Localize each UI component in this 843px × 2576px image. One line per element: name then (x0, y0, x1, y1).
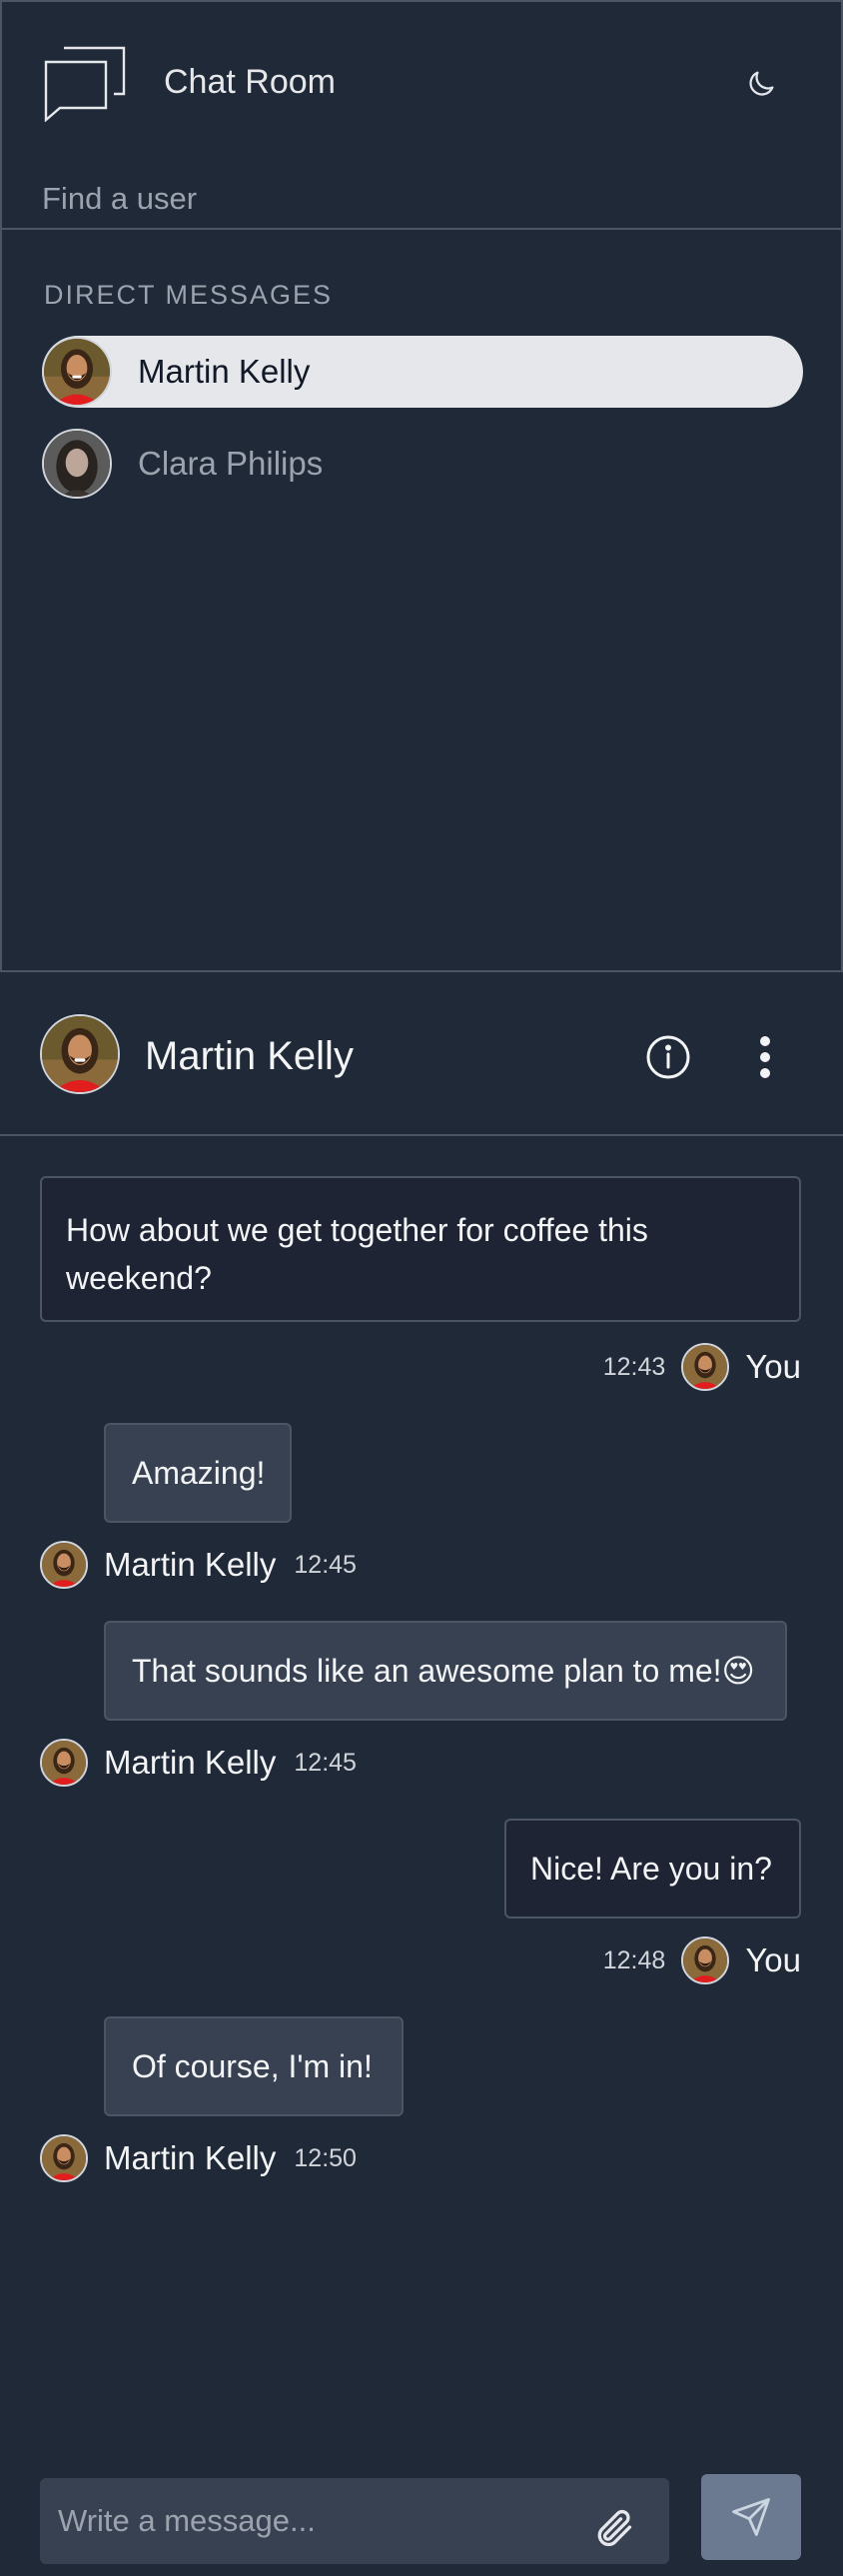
message-time: 12:45 (294, 1550, 357, 1579)
message-text: Nice! Are you in? (530, 1851, 772, 1887)
message-meta: Martin Kelly 12:50 (40, 2132, 357, 2184)
message-text: Of course, I'm in! (132, 2048, 373, 2084)
message-bubble: Of course, I'm in! (104, 2016, 404, 2116)
message-meta: 12:43 You (597, 1341, 801, 1393)
message-time: 12:43 (602, 1352, 666, 1381)
message-input[interactable] (58, 2496, 597, 2546)
avatar (681, 1343, 730, 1391)
message-time: 12:45 (294, 1748, 357, 1777)
avatar (42, 429, 112, 499)
sidebar: Chat Room DIRECT MESSAGES Martin Kelly (0, 0, 843, 972)
sidebar-header: Chat Room (2, 2, 841, 162)
message-text: That sounds like an awesome plan to me!😍 (132, 1653, 755, 1689)
message-text: How about we get together for coffee thi… (66, 1212, 648, 1296)
message-meta: 12:48 You (597, 1934, 801, 1986)
app-title: Chat Room (164, 63, 336, 101)
message-time: 12:50 (294, 2143, 357, 2172)
direct-messages-heading: DIRECT MESSAGES (44, 280, 334, 310)
moon-icon (749, 71, 774, 96)
avatar (40, 1739, 88, 1787)
avatar (681, 1936, 730, 1984)
avatar (42, 337, 112, 407)
message-time: 12:48 (602, 1945, 666, 1974)
theme-toggle-button[interactable] (741, 64, 781, 104)
message-author: You (745, 1348, 801, 1385)
message-bubble: That sounds like an awesome plan to me!😍 (104, 1621, 787, 1721)
user-search-input[interactable] (42, 176, 801, 222)
sidebar-item-martin-kelly[interactable]: Martin Kelly (42, 336, 803, 408)
message-author: You (745, 1941, 801, 1978)
chat-contact-name: Martin Kelly (145, 1034, 354, 1078)
avatar (40, 1014, 120, 1094)
send-icon (732, 2498, 770, 2536)
chat-bubbles-icon (44, 46, 126, 122)
sidebar-item-label: Martin Kelly (138, 353, 311, 390)
message-author: Martin Kelly (104, 1744, 277, 1781)
message-bubble: How about we get together for coffee thi… (40, 1176, 801, 1322)
sidebar-item-label: Clara Philips (138, 445, 324, 482)
send-button[interactable] (701, 2474, 801, 2560)
message-composer (40, 2478, 669, 2564)
message-meta: Martin Kelly 12:45 (40, 1737, 357, 1789)
more-vertical-icon[interactable] (749, 1032, 781, 1082)
message-meta: Martin Kelly 12:45 (40, 1539, 357, 1591)
chat-header: Martin Kelly (0, 972, 843, 1136)
avatar (40, 1541, 88, 1589)
message-text: Amazing! (132, 1455, 266, 1491)
message-bubble: Nice! Are you in? (504, 1819, 801, 1919)
message-author: Martin Kelly (104, 1546, 277, 1583)
message-author: Martin Kelly (104, 2139, 277, 2176)
sidebar-item-clara-philips[interactable]: Clara Philips (42, 428, 803, 500)
user-search (2, 172, 841, 230)
avatar (40, 2134, 88, 2182)
message-bubble: Amazing! (104, 1423, 292, 1523)
info-icon[interactable] (645, 1034, 691, 1080)
paperclip-icon[interactable] (591, 2506, 635, 2550)
